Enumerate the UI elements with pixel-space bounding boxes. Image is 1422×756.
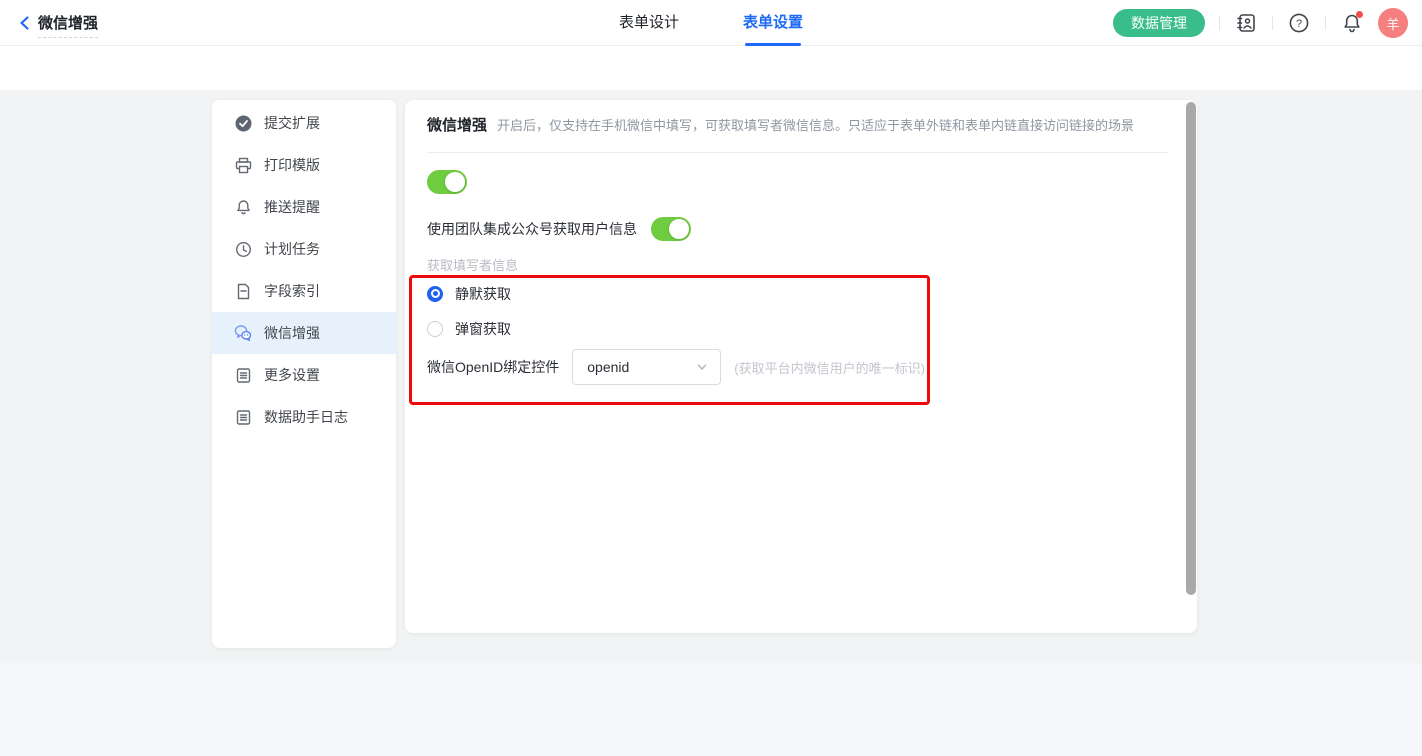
back-button[interactable] <box>12 10 38 36</box>
sidebar-item-label: 计划任务 <box>264 239 320 259</box>
radio-unselected-icon <box>427 321 443 337</box>
printer-icon <box>234 156 252 174</box>
radio-popup-fetch[interactable]: 弹窗获取 <box>427 320 511 337</box>
openid-select[interactable]: openid <box>572 349 721 385</box>
sidebar-item-field-index[interactable]: 字段索引 <box>212 270 396 312</box>
official-account-label: 使用团队集成公众号获取用户信息 <box>427 219 637 239</box>
check-circle-icon <box>234 114 252 132</box>
panel-description: 开启后，仅支持在手机微信中填写，可获取填写者微信信息。只适应于表单外链和表单内链… <box>497 115 1134 134</box>
sidebar-item-label: 微信增强 <box>264 323 320 343</box>
toggle-knob <box>445 172 465 192</box>
sidebar-item-scheduled-tasks[interactable]: 计划任务 <box>212 228 396 270</box>
openid-label: 微信OpenID绑定控件 <box>427 357 559 377</box>
tab-form-settings[interactable]: 表单设置 <box>743 0 803 46</box>
sidebar-item-data-assistant-log[interactable]: 数据助手日志 <box>212 396 396 438</box>
scrollbar-thumb[interactable] <box>1186 102 1196 595</box>
sidebar-item-wechat-enhance[interactable]: 微信增强 <box>212 312 396 354</box>
divider <box>1325 16 1326 30</box>
tab-form-design[interactable]: 表单设计 <box>619 0 679 46</box>
openid-hint: (获取平台内微信用户的唯一标识) <box>734 358 925 377</box>
radio-silent-fetch[interactable]: 静默获取 <box>427 285 511 302</box>
sidebar-item-label: 推送提醒 <box>264 197 320 217</box>
sidebar-item-label: 数据助手日志 <box>264 407 348 427</box>
sidebar-item-label: 字段索引 <box>264 281 320 301</box>
sidebar-item-print-template[interactable]: 打印模版 <box>212 144 396 186</box>
clock-icon <box>234 240 252 258</box>
panel-title: 微信增强 <box>427 114 487 135</box>
contacts-button[interactable] <box>1234 11 1258 35</box>
wechat-enhance-toggle[interactable] <box>427 170 467 194</box>
data-manage-button[interactable]: 数据管理 <box>1113 9 1205 37</box>
contacts-icon <box>1235 12 1257 34</box>
form-title[interactable]: 微信增强 <box>38 12 98 38</box>
sidebar-item-label: 更多设置 <box>264 365 320 385</box>
wechat-icon <box>234 324 252 342</box>
toggle-knob <box>669 219 689 239</box>
panel-header: 微信增强 开启后，仅支持在手机微信中填写，可获取填写者微信信息。只适应于表单外链… <box>427 114 1169 135</box>
radio-selected-icon <box>427 286 443 302</box>
chevron-left-icon <box>17 15 33 31</box>
divider <box>1219 16 1220 30</box>
notifications-button[interactable] <box>1340 11 1364 35</box>
official-account-row: 使用团队集成公众号获取用户信息 <box>427 217 691 241</box>
sidebar-item-submit-extension[interactable]: 提交扩展 <box>212 102 396 144</box>
list-icon <box>234 408 252 426</box>
sidebar-item-more-settings[interactable]: 更多设置 <box>212 354 396 396</box>
help-button[interactable]: ? <box>1287 11 1311 35</box>
openid-row: 微信OpenID绑定控件 openid (获取平台内微信用户的唯一标识) <box>427 349 925 385</box>
sidebar-item-label: 提交扩展 <box>264 113 320 133</box>
divider <box>1272 16 1273 30</box>
avatar[interactable]: 羊 <box>1378 8 1408 38</box>
top-header: 微信增强 表单设计 表单设置 数据管理 <box>0 0 1422 46</box>
openid-select-value: openid <box>587 359 696 375</box>
page-bottom-background <box>0 663 1422 756</box>
fetch-info-label: 获取填写者信息 <box>427 255 518 274</box>
document-icon <box>234 282 252 300</box>
list-icon <box>234 366 252 384</box>
bell-icon <box>234 198 252 216</box>
official-account-toggle[interactable] <box>651 217 691 241</box>
help-icon: ? <box>1288 12 1310 34</box>
divider <box>427 152 1169 153</box>
page: 微信增强 表单设计 表单设置 数据管理 <box>0 0 1422 756</box>
chevron-down-icon <box>696 361 708 373</box>
sidebar-item-label: 打印模版 <box>264 155 320 175</box>
sidebar-item-push-reminder[interactable]: 推送提醒 <box>212 186 396 228</box>
settings-sidebar: 提交扩展 打印模版 推送提醒 <box>212 100 396 648</box>
notification-badge <box>1356 11 1363 18</box>
wechat-enhance-panel: 微信增强 开启后，仅支持在手机微信中填写，可获取填写者微信信息。只适应于表单外链… <box>405 100 1197 633</box>
svg-text:?: ? <box>1296 18 1302 30</box>
radio-label: 静默获取 <box>455 284 511 304</box>
header-right: 数据管理 ? <box>1113 0 1408 46</box>
radio-label: 弹窗获取 <box>455 319 511 339</box>
